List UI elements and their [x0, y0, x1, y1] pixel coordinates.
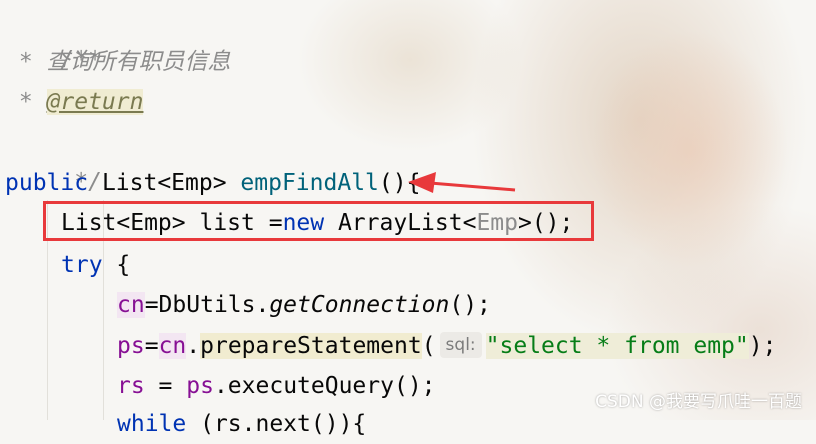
watermark: CSDN @我要写爪哇一百题: [595, 392, 802, 412]
annotation-arrow-icon: [408, 172, 516, 193]
